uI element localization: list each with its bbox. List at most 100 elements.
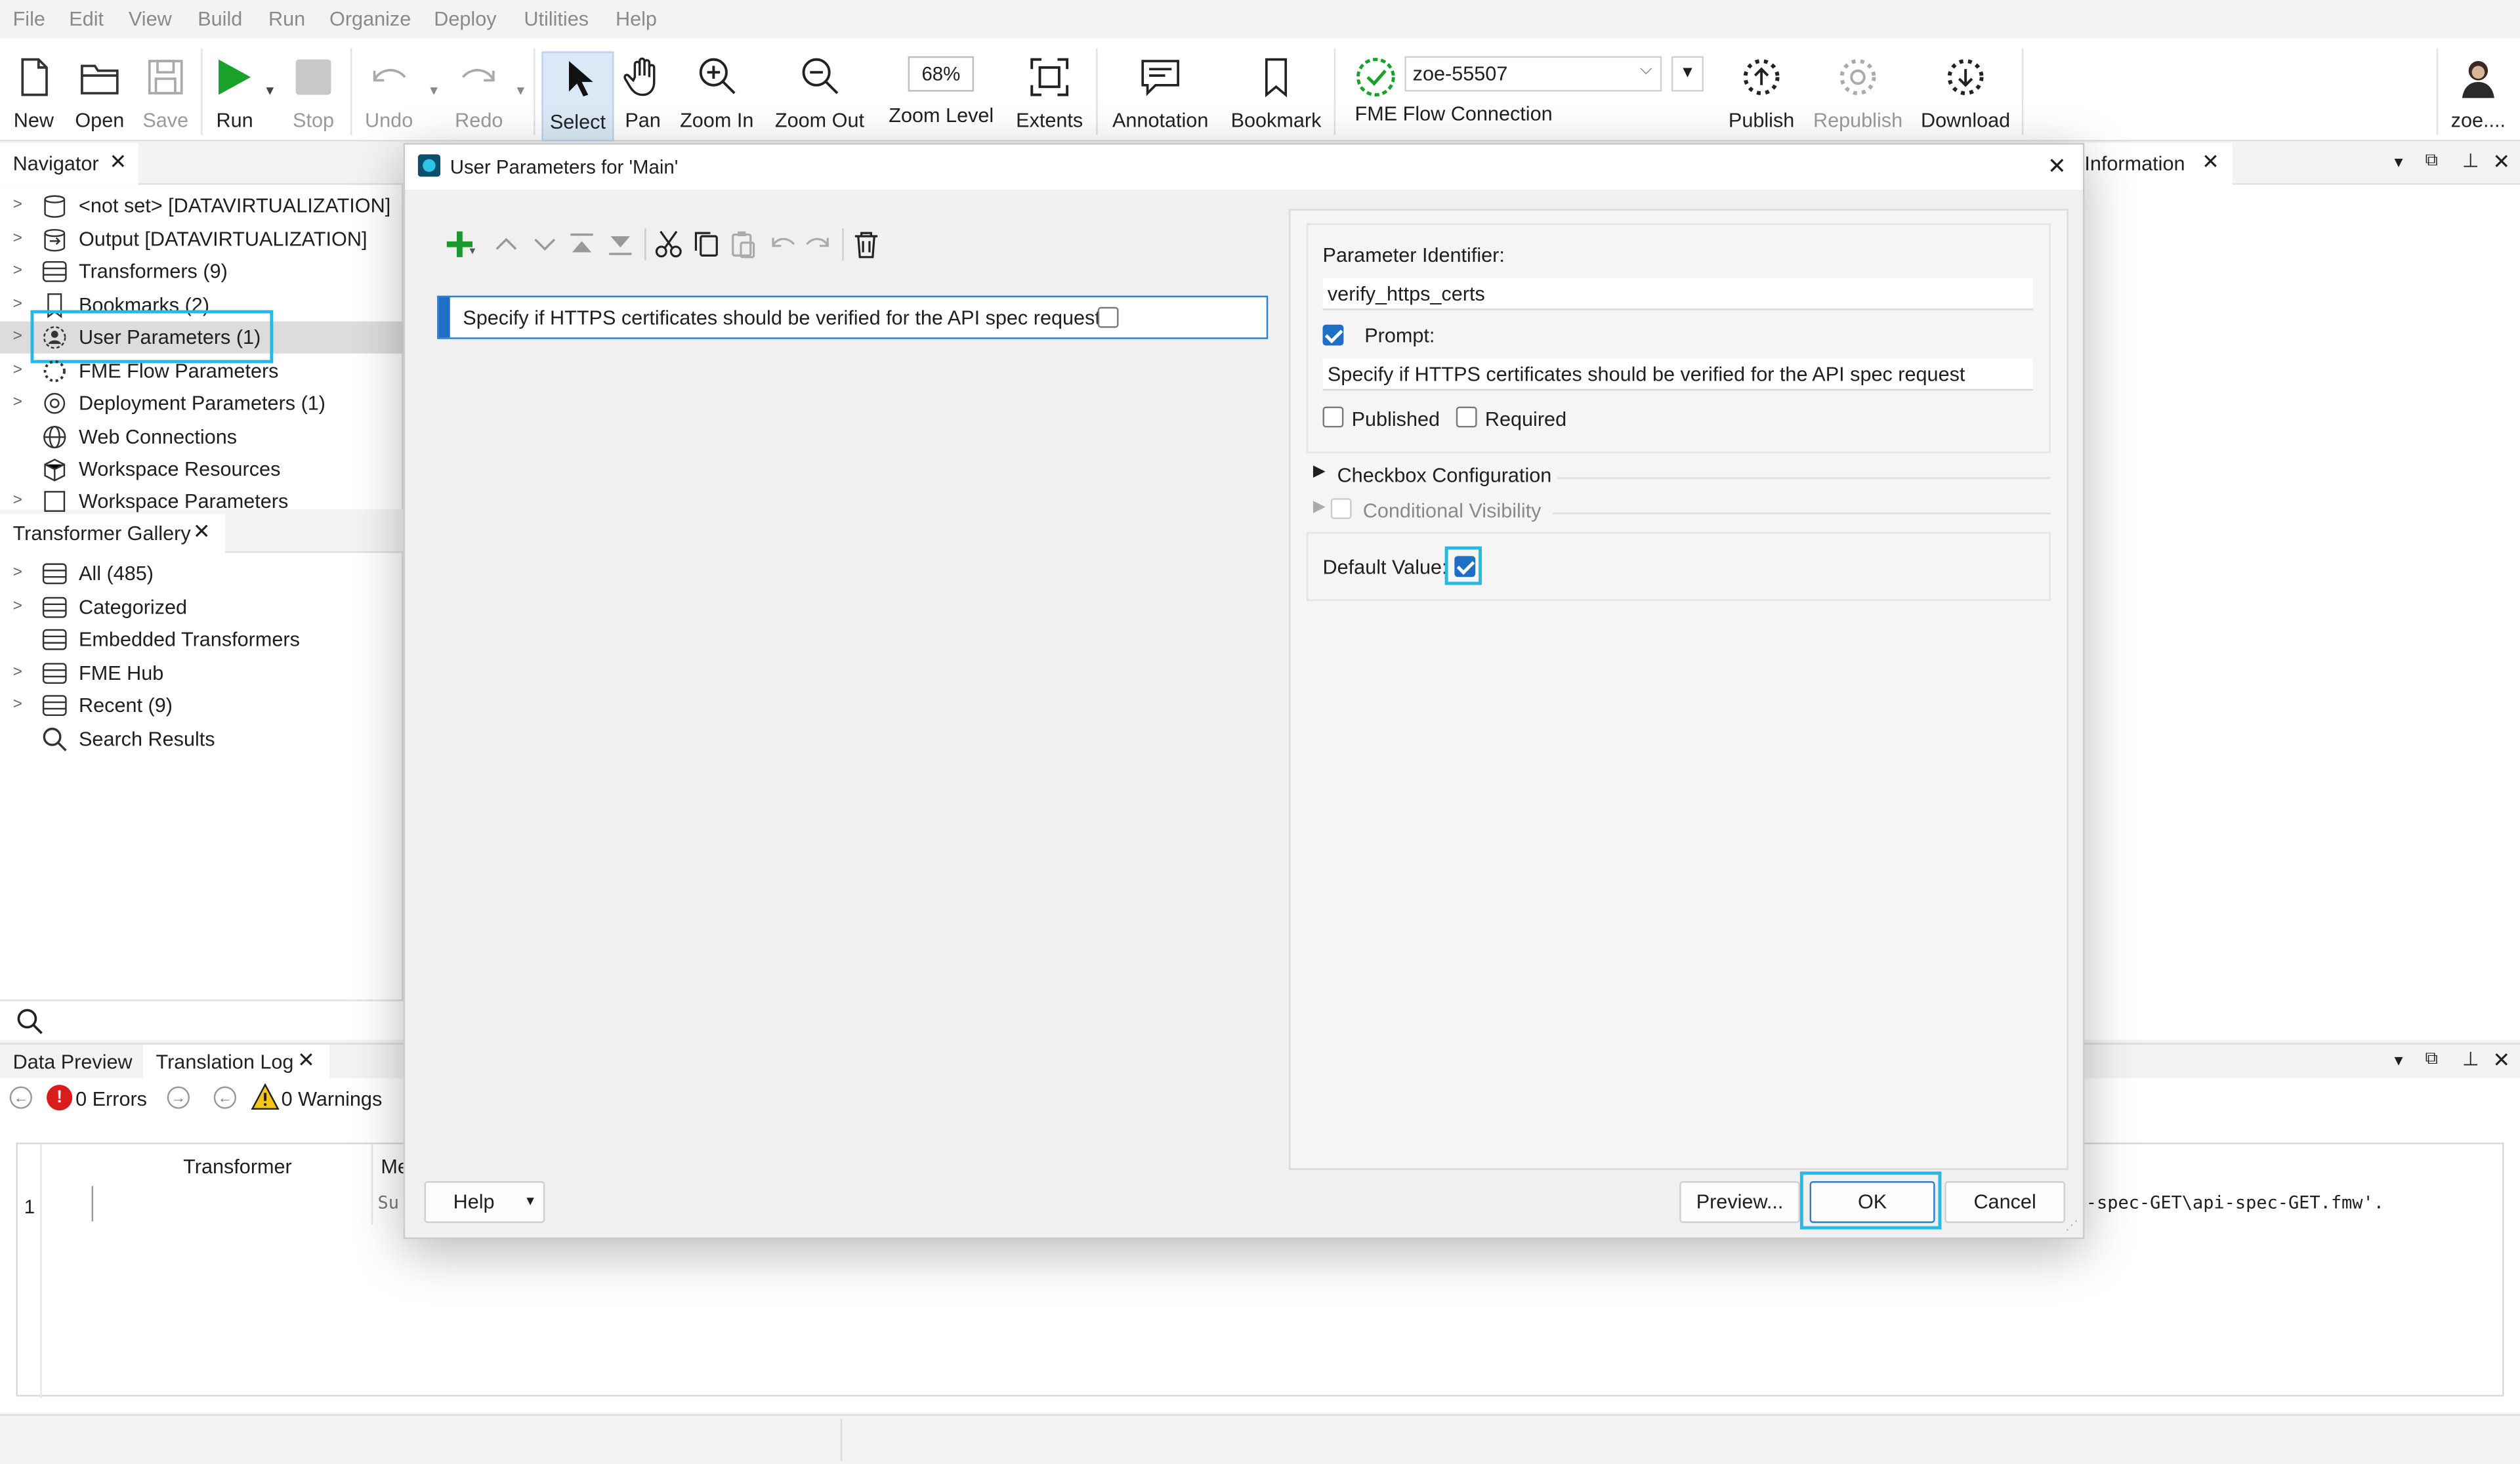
pin-icon[interactable]: ⊥ xyxy=(2462,1048,2479,1070)
menu-utilities[interactable]: Utilities xyxy=(524,8,589,30)
col-transformer-header[interactable]: Transformer xyxy=(183,1156,292,1178)
gallery-search-input[interactable] xyxy=(0,999,404,1040)
conditional-visibility-section[interactable]: Conditional Visibility xyxy=(1363,500,1542,522)
paste-icon[interactable] xyxy=(730,230,757,259)
close-icon[interactable]: ✕ xyxy=(2492,1048,2510,1074)
redo-button[interactable]: Redo xyxy=(450,51,508,138)
undo-button[interactable]: Undo xyxy=(360,51,418,138)
parameter-row-verify-https[interactable]: Specify if HTTPS certificates should be … xyxy=(437,295,1269,339)
move-down-icon[interactable] xyxy=(532,232,558,257)
move-up-icon[interactable] xyxy=(494,232,519,257)
tab-navigator[interactable]: Navigator ✕ xyxy=(0,142,138,185)
published-checkbox[interactable] xyxy=(1322,406,1344,428)
open-button[interactable]: Open xyxy=(71,51,129,138)
next-arrow-icon[interactable]: → xyxy=(167,1086,190,1109)
close-icon[interactable]: ✕ xyxy=(2048,153,2067,180)
run-button[interactable]: Run xyxy=(209,51,260,138)
required-checkbox[interactable] xyxy=(1456,406,1477,428)
chevron-right-icon: > xyxy=(12,230,22,248)
menu-deploy[interactable]: Deploy xyxy=(434,8,496,30)
conditional-visibility-checkbox[interactable] xyxy=(1330,498,1352,520)
close-icon[interactable]: ✕ xyxy=(2202,150,2219,175)
restore-window-icon[interactable]: ⧉ xyxy=(2426,151,2438,172)
tab-information[interactable]: Information ✕ xyxy=(2084,142,2233,185)
stop-icon xyxy=(295,59,331,95)
tab-translation-log[interactable]: Translation Log ✕ xyxy=(142,1044,330,1080)
zoom-in-button[interactable]: Zoom In xyxy=(675,51,759,138)
save-button[interactable]: Save xyxy=(138,51,193,138)
add-dropdown-icon[interactable]: ▼ xyxy=(468,247,478,257)
transformers-icon xyxy=(42,596,67,618)
move-to-top-icon[interactable] xyxy=(569,232,595,257)
chevron-right-icon: > xyxy=(12,394,22,411)
previous-arrow-icon[interactable]: ← xyxy=(213,1086,237,1109)
extents-button[interactable]: Extents xyxy=(1013,51,1087,138)
triangle-right-icon[interactable]: ▶ xyxy=(1313,463,1326,480)
zoom-in-icon xyxy=(699,58,736,94)
resize-grip-icon[interactable]: ⋰ xyxy=(2065,1218,2078,1232)
warnings-count[interactable]: 0 Warnings xyxy=(282,1088,383,1110)
undo-dropdown-icon[interactable]: ▼ xyxy=(427,83,440,98)
drag-handle-icon[interactable] xyxy=(438,297,450,338)
download-button[interactable]: Download xyxy=(1916,51,2015,138)
tab-data-preview[interactable]: Data Preview xyxy=(13,1051,133,1074)
restore-window-icon[interactable]: ⧉ xyxy=(2426,1049,2438,1070)
annotation-button[interactable]: Annotation xyxy=(1106,51,1215,138)
row-number: 1 xyxy=(24,1196,35,1219)
error-icon: ! xyxy=(47,1085,73,1111)
preview-button[interactable]: Preview... xyxy=(1679,1181,1800,1223)
errors-count[interactable]: 0 Errors xyxy=(75,1088,147,1110)
run-dropdown-icon[interactable]: ▼ xyxy=(264,83,276,98)
prompt-input[interactable]: Specify if HTTPS certificates should be … xyxy=(1322,358,2033,391)
redo-dropdown-icon[interactable]: ▼ xyxy=(514,83,527,98)
new-button[interactable]: New xyxy=(7,51,61,138)
redo-icon xyxy=(461,69,495,82)
parameter-preview-checkbox[interactable] xyxy=(1097,306,1119,328)
prompt-checkbox[interactable] xyxy=(1322,324,1344,346)
menu-organize[interactable]: Organize xyxy=(329,8,411,30)
panel-menu-icon[interactable]: ▼ xyxy=(2391,1053,2406,1068)
user-account-button[interactable]: zoe.... xyxy=(2446,51,2510,138)
close-icon[interactable]: ✕ xyxy=(2492,150,2510,175)
menu-run[interactable]: Run xyxy=(268,8,305,30)
connection-menu-button[interactable]: ▼ xyxy=(1671,56,1704,92)
close-icon[interactable]: ✕ xyxy=(110,150,127,175)
zoom-out-button[interactable]: Zoom Out xyxy=(772,51,868,138)
flow-connection-select[interactable]: zoe-55507 ⌵ xyxy=(1404,56,1662,92)
zoom-level-field[interactable]: 68% xyxy=(908,56,975,92)
menu-help[interactable]: Help xyxy=(616,8,657,30)
select-button[interactable]: Select xyxy=(541,51,614,142)
previous-arrow-icon[interactable]: ← xyxy=(9,1086,32,1109)
triangle-right-icon[interactable]: ▶ xyxy=(1313,498,1326,516)
checkbox-configuration-section[interactable]: Checkbox Configuration xyxy=(1337,465,1552,487)
stop-button[interactable]: Stop xyxy=(286,51,341,138)
help-dropdown-icon[interactable]: ▼ xyxy=(524,1182,536,1221)
parameter-identifier-input[interactable]: verify_https_certs xyxy=(1322,278,2033,310)
undo-icon xyxy=(373,69,406,82)
cut-icon[interactable] xyxy=(654,230,683,259)
cancel-button[interactable]: Cancel xyxy=(1944,1181,2065,1223)
menu-edit[interactable]: Edit xyxy=(69,8,104,30)
pin-icon[interactable]: ⊥ xyxy=(2462,150,2479,172)
bookmark-button[interactable]: Bookmark xyxy=(1228,51,1324,138)
redo-icon[interactable] xyxy=(805,232,833,257)
delete-icon[interactable] xyxy=(853,230,879,259)
menu-build[interactable]: Build xyxy=(198,8,242,30)
chevron-right-icon: > xyxy=(12,327,22,346)
pan-button[interactable]: Pan xyxy=(617,51,668,138)
tab-transformer-gallery[interactable]: Transformer Gallery ✕ xyxy=(0,514,225,553)
menu-file[interactable]: File xyxy=(13,8,45,30)
republish-button[interactable]: Republish xyxy=(1810,51,1906,138)
publish-button[interactable]: Publish xyxy=(1723,51,1800,138)
undo-icon[interactable] xyxy=(768,232,796,257)
close-icon[interactable]: ✕ xyxy=(297,1048,315,1074)
close-icon[interactable]: ✕ xyxy=(193,519,211,545)
toolbar-separator xyxy=(534,48,536,135)
help-button[interactable]: Help ▼ xyxy=(424,1181,545,1223)
panel-menu-icon[interactable]: ▼ xyxy=(2391,154,2406,170)
new-file-icon xyxy=(21,58,48,96)
menu-view[interactable]: View xyxy=(129,8,172,30)
copy-icon[interactable] xyxy=(693,230,721,259)
ok-button-highlight xyxy=(1799,1171,1942,1230)
move-to-bottom-icon[interactable] xyxy=(608,232,633,257)
